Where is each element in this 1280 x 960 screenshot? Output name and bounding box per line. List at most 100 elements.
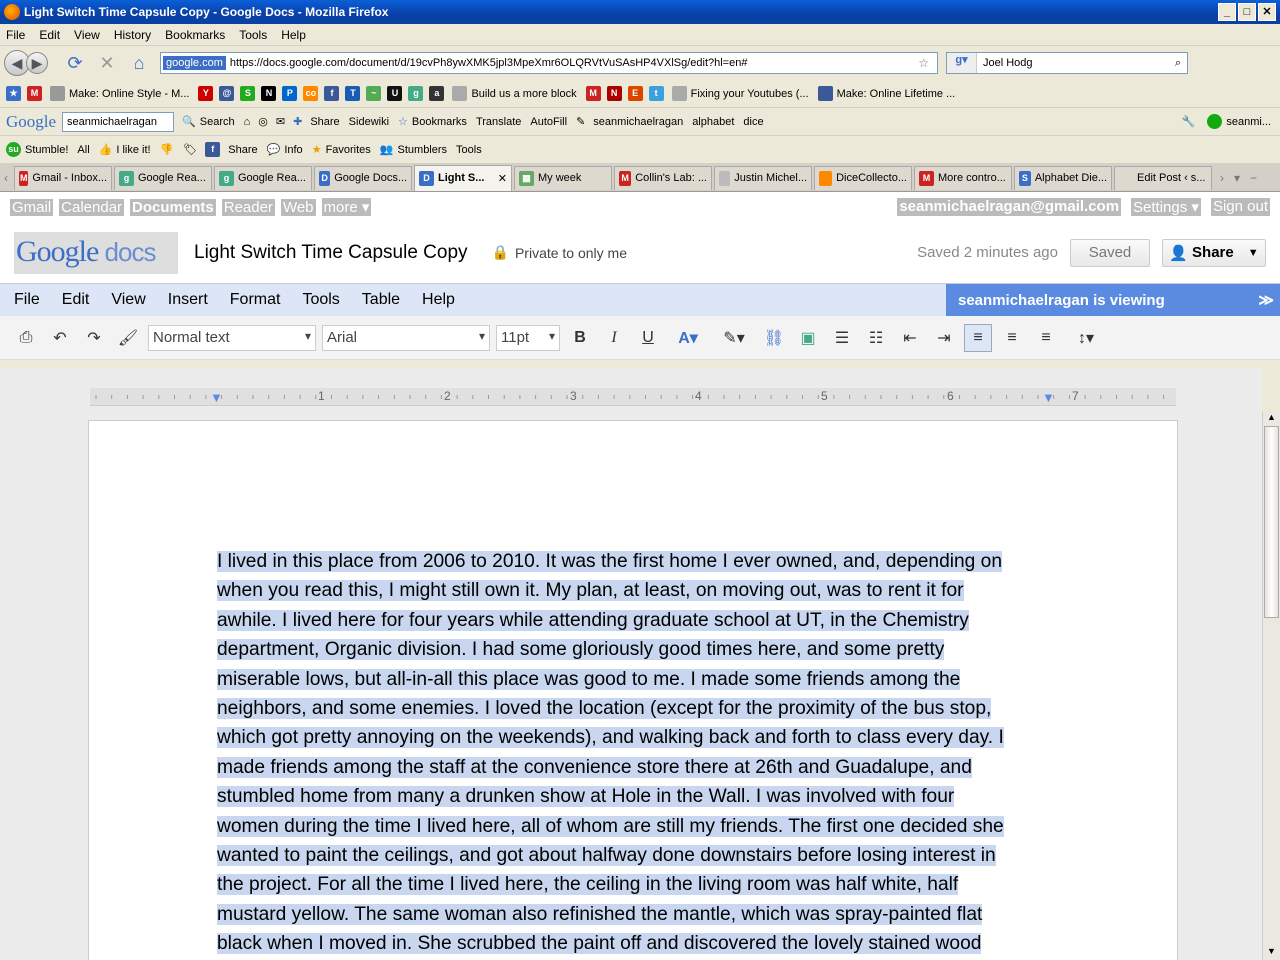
font-select[interactable]: Arial bbox=[322, 324, 490, 351]
close-tab-icon[interactable]: ✕ bbox=[498, 172, 507, 185]
bulleted-list-icon[interactable]: ☷ bbox=[862, 324, 890, 352]
search-input[interactable]: Joel Hodg bbox=[983, 57, 1175, 69]
highlighter-icon[interactable]: ✎ bbox=[576, 115, 585, 128]
decrease-indent-icon[interactable]: ⇤ bbox=[896, 324, 924, 352]
tab-list-icon[interactable]: ▾ bbox=[1234, 171, 1240, 185]
size-select[interactable]: 11pt bbox=[496, 324, 560, 351]
thumbs-down-icon[interactable]: 👎 bbox=[160, 143, 174, 156]
scrollbar-thumb[interactable] bbox=[1264, 426, 1279, 618]
numbered-list-icon[interactable]: ☰ bbox=[828, 324, 856, 352]
tab-alphabet-dice[interactable]: S Alphabet Die... bbox=[1014, 165, 1112, 190]
sidewiki-button[interactable]: Sidewiki bbox=[349, 116, 389, 128]
info-button[interactable]: 💬 Info bbox=[267, 143, 303, 157]
youtube-icon[interactable]: Y bbox=[198, 86, 214, 101]
n-icon[interactable]: N bbox=[261, 86, 277, 101]
tab-scroll-right-icon[interactable]: › bbox=[1220, 171, 1224, 185]
left-indent-marker[interactable]: ▼ bbox=[210, 390, 223, 405]
account-button[interactable]: seanmi... bbox=[1207, 114, 1271, 129]
docs-menu-table[interactable]: Table bbox=[362, 291, 400, 309]
bookmark-item[interactable]: Fixing your Youtubes (... bbox=[671, 86, 809, 101]
home-icon[interactable]: ⌂ bbox=[244, 116, 251, 128]
print-icon[interactable]: ⎙ bbox=[12, 324, 40, 352]
search-box[interactable]: g▾ Joel Hodg ⌕ bbox=[946, 52, 1188, 74]
make-icon[interactable]: M bbox=[27, 86, 42, 101]
chevron-down-icon[interactable]: ≫ bbox=[1258, 291, 1274, 309]
menu-help[interactable]: Help bbox=[281, 28, 306, 42]
docs-menu-tools[interactable]: Tools bbox=[302, 291, 339, 309]
docs-menu-edit[interactable]: Edit bbox=[62, 291, 90, 309]
scroll-down-icon[interactable]: ▼ bbox=[1263, 946, 1280, 960]
document-title[interactable]: Light Switch Time Capsule Copy bbox=[194, 242, 468, 264]
search-shortcut[interactable]: seanmichaelragan bbox=[593, 116, 683, 128]
stumblers-button[interactable]: 👥 Stumblers bbox=[380, 143, 447, 157]
co-icon[interactable]: co bbox=[303, 86, 319, 101]
document-page[interactable]: I lived in this place from 2006 to 2010.… bbox=[88, 420, 1178, 960]
style-select[interactable]: Normal text bbox=[148, 324, 316, 351]
more-link[interactable]: more ▾ bbox=[321, 198, 372, 216]
undo-icon[interactable]: ↶ bbox=[46, 324, 74, 352]
link-icon[interactable]: ⛓ bbox=[760, 324, 788, 352]
globe-icon[interactable]: ◎ bbox=[258, 115, 268, 128]
image-icon[interactable]: ▣ bbox=[794, 324, 822, 352]
align-right-icon[interactable]: ≡ bbox=[1032, 324, 1060, 352]
share-button[interactable]: Share bbox=[310, 116, 339, 128]
align-center-icon[interactable]: ≡ bbox=[998, 324, 1026, 352]
menu-bookmarks[interactable]: Bookmarks bbox=[165, 28, 225, 42]
tab-light-switch[interactable]: D Light S... ✕ bbox=[414, 164, 512, 191]
calendar-link[interactable]: Calendar bbox=[59, 198, 125, 216]
document-body[interactable]: I lived in this place from 2006 to 2010.… bbox=[217, 547, 1043, 959]
translate-button[interactable]: Translate bbox=[476, 116, 521, 128]
autofill-button[interactable]: AutoFill bbox=[530, 116, 567, 128]
google-toolbar-logo[interactable]: Google bbox=[6, 112, 56, 132]
amazon-icon[interactable]: a bbox=[429, 86, 445, 101]
new-tab-icon[interactable]: − bbox=[1250, 171, 1257, 185]
stumbleupon-icon[interactable]: S bbox=[240, 86, 256, 101]
tab-justin[interactable]: Justin Michel... bbox=[714, 165, 812, 190]
ruler[interactable]: 1 2 3 4 5 6 7 ▼ ▼ bbox=[90, 388, 1176, 406]
search-engine-icon[interactable]: g▾ bbox=[947, 53, 977, 73]
menu-history[interactable]: History bbox=[114, 28, 151, 42]
chevron-down-icon[interactable]: ▼ bbox=[1248, 247, 1259, 259]
increase-indent-icon[interactable]: ⇥ bbox=[930, 324, 958, 352]
web-link[interactable]: Web bbox=[280, 198, 316, 216]
underline-icon[interactable]: U bbox=[634, 324, 662, 352]
reload-icon[interactable]: ⟳ bbox=[62, 50, 88, 76]
menu-view[interactable]: View bbox=[74, 28, 100, 42]
collaborator-banner[interactable]: seanmichaelragan is viewing ≫ bbox=[946, 284, 1280, 316]
tools-button[interactable]: Tools bbox=[456, 144, 482, 156]
menu-tools[interactable]: Tools bbox=[239, 28, 267, 42]
stop-icon[interactable]: ✕ bbox=[94, 50, 120, 76]
forward-button[interactable]: ▶ bbox=[26, 52, 48, 74]
docs-menu-format[interactable]: Format bbox=[230, 291, 281, 309]
plus-icon[interactable]: ✚ bbox=[293, 115, 302, 128]
tab-google-docs[interactable]: D Google Docs... bbox=[314, 165, 412, 190]
saved-button[interactable]: Saved bbox=[1070, 238, 1150, 267]
vertical-scrollbar[interactable]: ▲ ▼ bbox=[1262, 412, 1280, 960]
tab-gmail[interactable]: M Gmail - Inbox... bbox=[14, 165, 112, 190]
bold-icon[interactable]: B bbox=[566, 324, 594, 352]
make-icon[interactable]: M bbox=[585, 86, 601, 101]
t-icon[interactable]: T bbox=[345, 86, 361, 101]
wrench-icon[interactable]: 🔧 bbox=[1182, 115, 1196, 128]
search-icon[interactable]: ⌕ bbox=[1175, 57, 1181, 70]
close-icon[interactable]: ✕ bbox=[1258, 3, 1276, 21]
u-icon[interactable]: U bbox=[387, 86, 403, 101]
search-shortcut[interactable]: dice bbox=[743, 116, 763, 128]
tab-more-controls[interactable]: M More contro... bbox=[914, 165, 1012, 190]
line-spacing-icon[interactable]: ↕▾ bbox=[1066, 324, 1106, 352]
documents-link[interactable]: Documents bbox=[130, 198, 216, 216]
g-icon[interactable]: g bbox=[408, 86, 424, 101]
redo-icon[interactable]: ↷ bbox=[80, 324, 108, 352]
docs-menu-help[interactable]: Help bbox=[422, 291, 455, 309]
google-search-button[interactable]: 🔍 Search bbox=[182, 115, 235, 129]
bookmark-item[interactable]: Build us a more block bbox=[452, 86, 577, 101]
highlight-icon[interactable]: ✎▾ bbox=[714, 324, 754, 352]
google-docs-logo[interactable]: Google docs bbox=[14, 231, 178, 274]
docs-menu-view[interactable]: View bbox=[111, 291, 145, 309]
tab-google-reader-2[interactable]: g Google Rea... bbox=[214, 165, 312, 190]
settings-link[interactable]: Settings ▾ bbox=[1131, 198, 1201, 216]
scroll-up-icon[interactable]: ▲ bbox=[1263, 412, 1280, 426]
facebook-icon[interactable]: f bbox=[205, 142, 221, 157]
mail-icon[interactable]: @ bbox=[219, 86, 235, 101]
p-icon[interactable]: P bbox=[282, 86, 298, 101]
